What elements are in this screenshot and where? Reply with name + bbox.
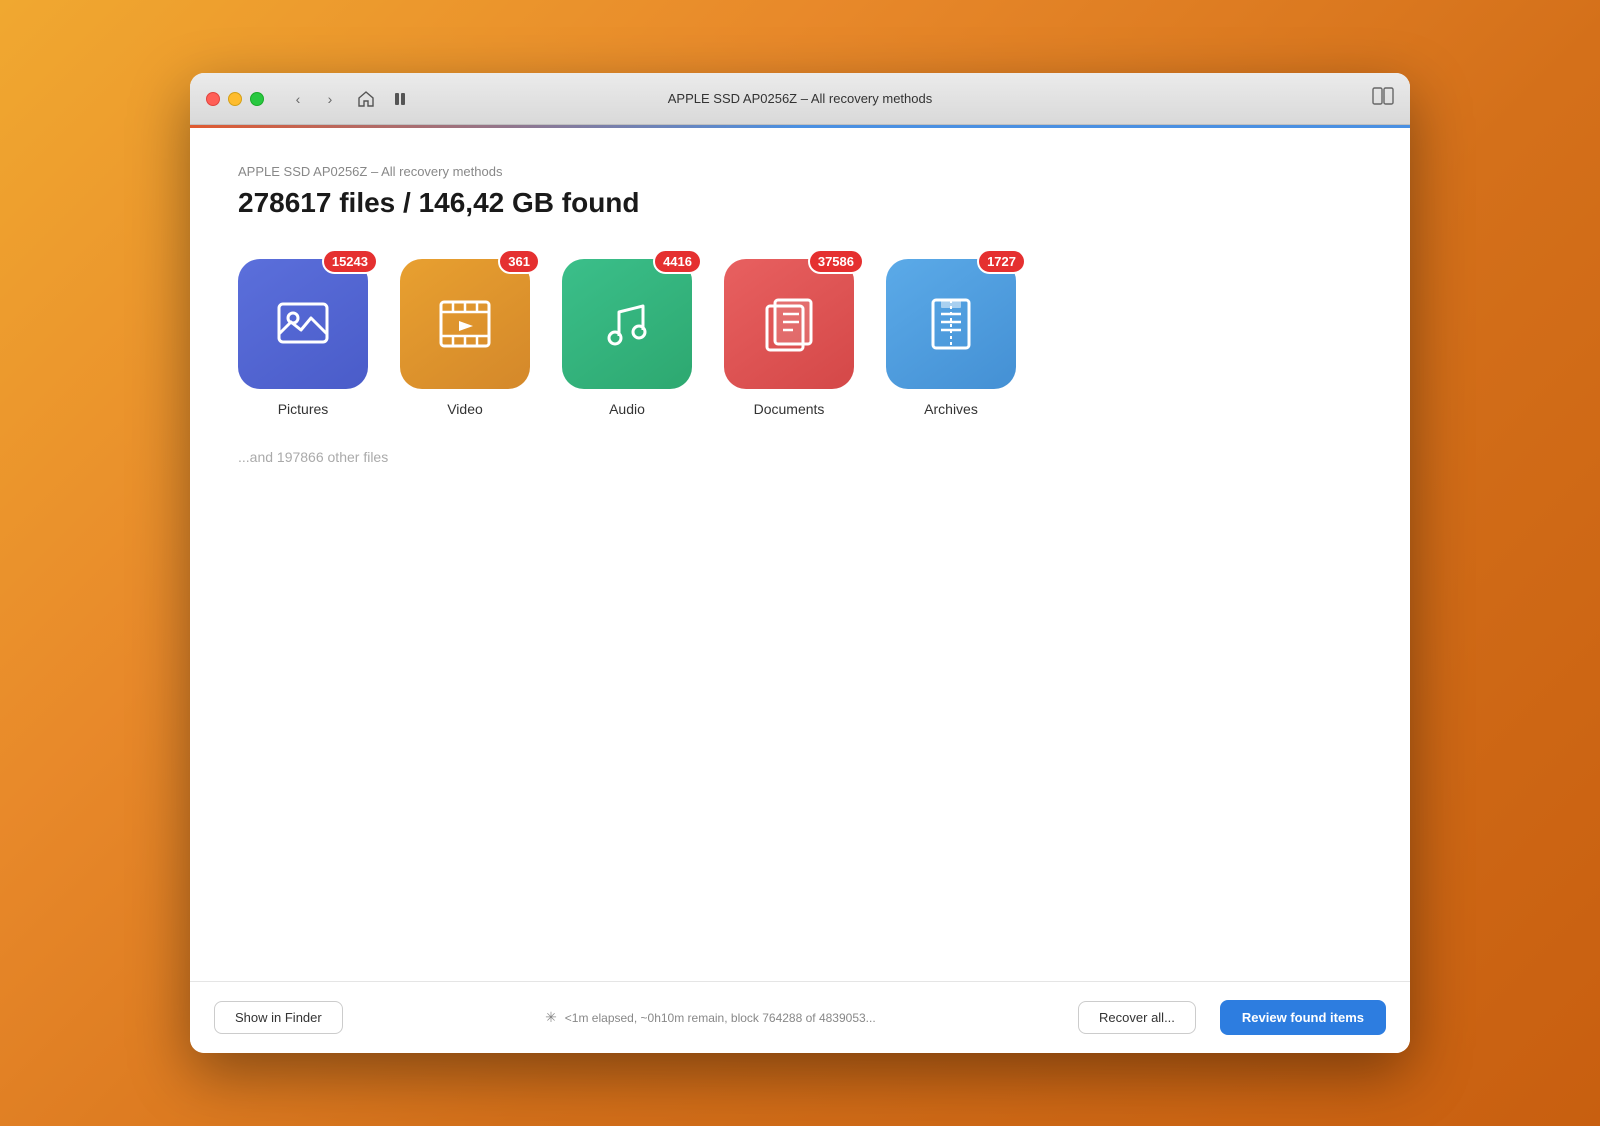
audio-icon <box>595 292 659 356</box>
status-area: ✳ <1m elapsed, ~0h10m remain, block 7642… <box>367 1009 1054 1026</box>
documents-label: Documents <box>754 401 825 417</box>
traffic-lights <box>206 92 264 106</box>
video-badge: 361 <box>498 249 540 274</box>
home-icon <box>357 90 375 108</box>
video-icon <box>433 292 497 356</box>
documents-badge: 37586 <box>808 249 864 274</box>
spinner-icon: ✳ <box>545 1009 557 1026</box>
window-title: APPLE SSD AP0256Z – All recovery methods <box>668 91 932 106</box>
audio-icon-box <box>562 259 692 389</box>
video-icon-box <box>400 259 530 389</box>
minimize-button[interactable] <box>228 92 242 106</box>
back-button[interactable]: ‹ <box>284 85 312 113</box>
show-finder-button[interactable]: Show in Finder <box>214 1001 343 1034</box>
book-icon[interactable] <box>1372 87 1394 110</box>
video-label: Video <box>447 401 483 417</box>
pictures-icon-box <box>238 259 368 389</box>
pictures-label: Pictures <box>278 401 329 417</box>
video-icon-wrapper: 361 <box>400 259 530 389</box>
pictures-icon <box>271 292 335 356</box>
main-title: 278617 files / 146,42 GB found <box>238 187 1362 219</box>
breadcrumb: APPLE SSD AP0256Z – All recovery methods <box>238 164 1362 179</box>
pictures-icon-wrapper: 15243 <box>238 259 368 389</box>
file-type-documents[interactable]: 37586 Documents <box>724 259 854 417</box>
forward-button[interactable]: › <box>316 85 344 113</box>
archives-icon-box <box>886 259 1016 389</box>
audio-label: Audio <box>609 401 645 417</box>
close-button[interactable] <box>206 92 220 106</box>
audio-icon-wrapper: 4416 <box>562 259 692 389</box>
pause-icon <box>392 91 408 107</box>
app-window: ‹ › APPLE SSD AP0256Z – All recovery met… <box>190 73 1410 1053</box>
archives-icon <box>919 292 983 356</box>
archives-label: Archives <box>924 401 978 417</box>
pause-button[interactable] <box>386 85 414 113</box>
audio-badge: 4416 <box>653 249 702 274</box>
documents-icon <box>757 292 821 356</box>
nav-buttons: ‹ › <box>284 85 344 113</box>
bottombar: Show in Finder ✳ <1m elapsed, ~0h10m rem… <box>190 981 1410 1053</box>
archives-icon-wrapper: 1727 <box>886 259 1016 389</box>
file-type-archives[interactable]: 1727 Archives <box>886 259 1016 417</box>
file-type-audio[interactable]: 4416 Audio <box>562 259 692 417</box>
pictures-badge: 15243 <box>322 249 378 274</box>
review-found-items-button[interactable]: Review found items <box>1220 1000 1386 1035</box>
maximize-button[interactable] <box>250 92 264 106</box>
titlebar-right <box>1372 87 1394 110</box>
other-files-text: ...and 197866 other files <box>238 449 1362 465</box>
file-type-pictures[interactable]: 15243 Pictures <box>238 259 368 417</box>
documents-icon-wrapper: 37586 <box>724 259 854 389</box>
documents-icon-box <box>724 259 854 389</box>
file-type-video[interactable]: 361 Video <box>400 259 530 417</box>
recover-all-button[interactable]: Recover all... <box>1078 1001 1196 1034</box>
archives-badge: 1727 <box>977 249 1026 274</box>
file-types-grid: 15243 Pictures <box>238 259 1362 417</box>
titlebar: ‹ › APPLE SSD AP0256Z – All recovery met… <box>190 73 1410 125</box>
home-button[interactable] <box>352 85 380 113</box>
main-content: APPLE SSD AP0256Z – All recovery methods… <box>190 128 1410 981</box>
status-text: <1m elapsed, ~0h10m remain, block 764288… <box>565 1011 876 1025</box>
